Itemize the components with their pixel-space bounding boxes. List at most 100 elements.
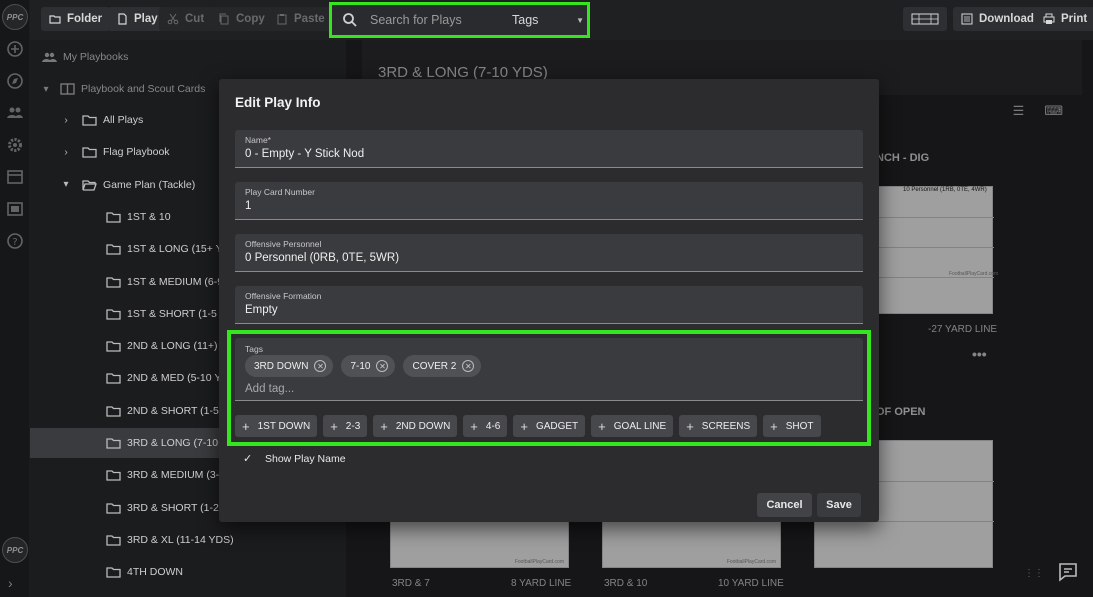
offensive-formation-field[interactable]: Offensive Formation Empty: [235, 286, 863, 324]
download-button[interactable]: Download: [953, 7, 1042, 31]
suggested-tag-button[interactable]: + GADGET: [513, 415, 586, 437]
search-icon: [343, 13, 357, 27]
paste-button[interactable]: Paste: [268, 7, 333, 31]
tags-field[interactable]: Tags 3RD DOWN ✕ 7-10 ✕ COVER 2 ✕: [235, 338, 863, 401]
print-button[interactable]: Print: [1035, 7, 1093, 31]
top-toolbar: Folder Play Cut Copy Paste Tags ▼ Downlo…: [30, 0, 1093, 40]
route-tool-button[interactable]: [903, 7, 947, 31]
sidebar-item-folder[interactable]: 4TH DOWN: [30, 557, 346, 587]
tag-chip: COVER 2 ✕: [403, 355, 482, 377]
tag-chips: 3RD DOWN ✕ 7-10 ✕ COVER 2 ✕: [245, 355, 482, 377]
plus-icon: +: [380, 418, 388, 434]
tag-chip: 3RD DOWN ✕: [245, 355, 334, 377]
name-field-value: 0 - Empty - Y Stick Nod: [245, 148, 365, 160]
grip-icon[interactable]: ⋮⋮: [1024, 568, 1044, 579]
folder-icon: [106, 502, 121, 514]
folder-icon: [106, 469, 121, 481]
chevron-down-icon[interactable]: ▾: [60, 179, 72, 190]
suggested-tag-button[interactable]: +1ST DOWN: [235, 415, 318, 437]
suggested-tag-label: GADGET: [535, 420, 579, 432]
document-icon: [118, 13, 127, 25]
plus-icon: +: [598, 418, 606, 434]
suggested-tag-button[interactable]: +2ND DOWN: [373, 415, 458, 437]
cut-button[interactable]: Cut: [159, 7, 213, 31]
print-label: Print: [1061, 13, 1088, 25]
folder-icon: [82, 146, 97, 158]
clipboard-icon: [277, 14, 287, 25]
sidebar-item-folder[interactable]: 3RD & XL (11-14 YDS): [30, 525, 346, 555]
new-folder-button[interactable]: Folder: [41, 7, 111, 31]
dialog-title: Edit Play Info: [235, 95, 321, 110]
play-card-number-field[interactable]: Play Card Number 1: [235, 182, 863, 220]
paste-label: Paste: [294, 13, 325, 25]
folder-icon: [49, 15, 61, 24]
plus-icon: +: [330, 418, 338, 434]
suggested-tag-label: 1ST DOWN: [257, 420, 311, 432]
suggested-tag-label: SHOT: [785, 420, 814, 432]
plus-icon: +: [686, 418, 694, 434]
plus-icon: +: [770, 418, 778, 434]
name-field[interactable]: Name* 0 - Empty - Y Stick Nod: [235, 130, 863, 168]
plus-icon: +: [520, 418, 528, 434]
download-label: Download: [979, 13, 1034, 25]
chat-icon[interactable]: [1057, 561, 1079, 583]
sidebar-item-label: 1ST & 10: [127, 210, 171, 223]
cancel-button[interactable]: Cancel: [757, 493, 812, 517]
suggested-tag-label: 2-3: [345, 420, 361, 432]
add-tag-input[interactable]: [245, 383, 445, 395]
tags-section: Tags 3RD DOWN ✕ 7-10 ✕ COVER 2 ✕ +1ST DOWN …: [227, 330, 871, 446]
sidebar-item-label: 2ND & LONG (11+): [127, 340, 218, 353]
offensive-personnel-label: Offensive Personnel: [245, 239, 322, 249]
show-play-name-label: Show Play Name: [265, 453, 346, 465]
scissors-icon: [167, 13, 179, 25]
sidebar-item-label: 4TH DOWN: [127, 566, 183, 579]
suggested-tag-button[interactable]: + SHOT: [763, 415, 821, 437]
download-icon: [961, 13, 973, 25]
remove-tag-icon[interactable]: ✕: [314, 360, 327, 372]
suggested-tag-button[interactable]: +2-3: [323, 415, 368, 437]
name-field-label: Name*: [245, 135, 271, 145]
suggested-tag-button[interactable]: + GOAL LINE: [591, 415, 674, 437]
cut-label: Cut: [185, 13, 205, 25]
save-button[interactable]: Save: [817, 493, 861, 517]
suggested-tag-label: 2ND DOWN: [395, 420, 451, 432]
edit-play-dialog: Edit Play Info Name* 0 - Empty - Y Stick…: [219, 79, 879, 522]
sidebar-item-label: 3RD & XL (11-14 YDS): [127, 533, 234, 546]
offensive-personnel-field[interactable]: Offensive Personnel 0 Personnel (0RB, 0T…: [235, 234, 863, 272]
show-play-name-toggle[interactable]: ✓ Show Play Name: [243, 453, 346, 465]
sidebar-item-label: 1ST & LONG (15+ YD: [127, 243, 231, 256]
folder-icon: [82, 114, 97, 126]
tag-chip-label: 3RD DOWN: [254, 360, 309, 372]
tags-dropdown[interactable]: Tags ▼: [512, 13, 584, 27]
offensive-formation-value: Empty: [245, 304, 278, 316]
folder-open-icon: [82, 179, 97, 191]
sidebar-item-label: All Plays: [103, 114, 144, 126]
sidebar-item-label: Flag Playbook: [103, 146, 170, 159]
plus-icon: +: [470, 418, 478, 434]
sidebar-item-label: 2ND & SHORT (1-5 Y: [127, 404, 229, 417]
folder-icon: [106, 534, 121, 546]
suggested-tag-label: 4-6: [485, 420, 501, 432]
chevron-right-icon[interactable]: ›: [60, 115, 72, 126]
chevron-right-icon[interactable]: ›: [60, 147, 72, 158]
suggested-tags: +1ST DOWN +2-3 +2ND DOWN +4-6 + GADGET + G…: [235, 415, 821, 437]
tag-chip: 7-10 ✕: [341, 355, 396, 377]
new-play-button[interactable]: Play: [108, 7, 166, 31]
remove-tag-icon[interactable]: ✕: [376, 360, 389, 372]
folder-icon: [106, 243, 121, 255]
search-bar: Tags ▼: [329, 2, 590, 38]
remove-tag-icon[interactable]: ✕: [462, 360, 475, 372]
folder-icon: [106, 276, 121, 288]
copy-button[interactable]: Copy: [210, 7, 273, 31]
play-card-number-value: 1: [245, 200, 252, 212]
search-input[interactable]: [370, 13, 500, 27]
suggested-tag-button[interactable]: + SCREENS: [679, 415, 758, 437]
checkmark-icon[interactable]: ✓: [243, 453, 254, 465]
suggested-tag-button[interactable]: +4-6: [463, 415, 508, 437]
new-play-label: Play: [134, 13, 158, 25]
tags-field-label: Tags: [245, 344, 263, 354]
folder-icon: [106, 211, 121, 223]
copy-label: Copy: [236, 13, 265, 25]
sidebar-item-label: 1ST & MEDIUM (6-9 Y: [127, 275, 233, 288]
caret-down-icon: ▼: [576, 15, 584, 25]
